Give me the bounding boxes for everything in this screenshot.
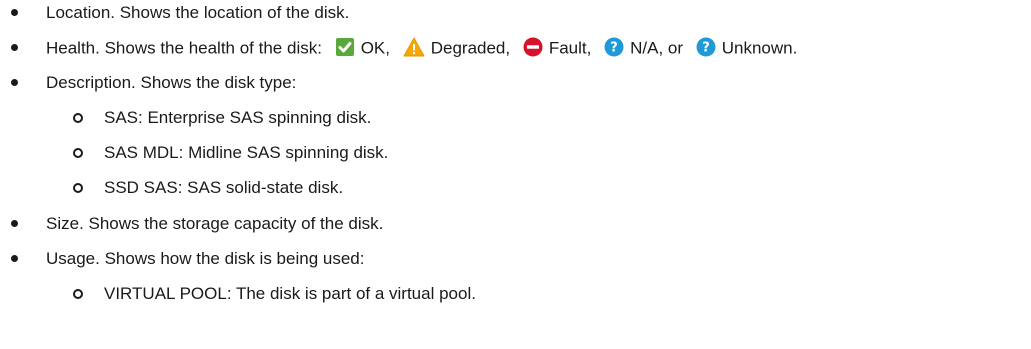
- sub-bullet: [73, 183, 83, 193]
- sub-list-item-text: VIRTUAL POOL: The disk is part of a virt…: [104, 284, 476, 303]
- warning-icon: [403, 37, 425, 57]
- list-item-health: Health. Shows the health of the disk: OK…: [0, 35, 1031, 61]
- list-item-location: Location. Shows the location of the disk…: [0, 0, 1031, 26]
- bullet: [11, 255, 18, 262]
- bullet: [11, 44, 18, 51]
- bullet: [11, 220, 18, 227]
- list-item-text: Description. Shows the disk type:: [46, 73, 297, 92]
- list-item-description: Description. Shows the disk type:: [0, 70, 1031, 96]
- sub-list-item-text: SAS MDL: Midline SAS spinning disk.: [104, 143, 389, 162]
- sub-bullet: [73, 148, 83, 158]
- list-item-text: Usage. Shows how the disk is being used:: [46, 249, 365, 268]
- health-fault-label: Fault,: [548, 38, 592, 58]
- health-degraded-label: Degraded,: [430, 38, 511, 58]
- sub-list-item: SSD SAS: SAS solid-state disk.: [0, 175, 1031, 201]
- bullet: [11, 9, 18, 16]
- list-item-text: Health. Shows the health of the disk: OK…: [46, 35, 797, 62]
- check-icon: [335, 37, 354, 56]
- sub-list-item: SAS: Enterprise SAS spinning disk.: [0, 105, 1031, 131]
- svg-text:?: ?: [702, 40, 710, 55]
- question-icon: ?: [604, 37, 624, 57]
- sub-bullet: [73, 113, 83, 123]
- health-unknown-label: Unknown.: [721, 38, 798, 58]
- svg-text:?: ?: [610, 40, 618, 55]
- health-ok-label: OK,: [360, 38, 390, 58]
- health-na-label: N/A, or: [630, 38, 684, 58]
- health-prefix: Health. Shows the health of the disk:: [46, 38, 322, 58]
- document: Location. Shows the location of the disk…: [0, 0, 1031, 349]
- fault-icon: [523, 37, 543, 57]
- sub-bullet: [73, 289, 83, 299]
- list-item-text: Location. Shows the location of the disk…: [46, 3, 350, 22]
- bullet: [11, 79, 18, 86]
- question-icon: ?: [696, 37, 716, 57]
- sub-list-item-text: SAS: Enterprise SAS spinning disk.: [104, 108, 372, 127]
- sub-list-item: SAS MDL: Midline SAS spinning disk.: [0, 140, 1031, 166]
- sub-list-item: VIRTUAL POOL: The disk is part of a virt…: [0, 281, 1031, 307]
- list-item-size: Size. Shows the storage capacity of the …: [0, 211, 1031, 237]
- list-item-text: Size. Shows the storage capacity of the …: [46, 214, 384, 233]
- list-item-usage: Usage. Shows how the disk is being used:: [0, 246, 1031, 272]
- sub-list-item-text: SSD SAS: SAS solid-state disk.: [104, 178, 344, 197]
